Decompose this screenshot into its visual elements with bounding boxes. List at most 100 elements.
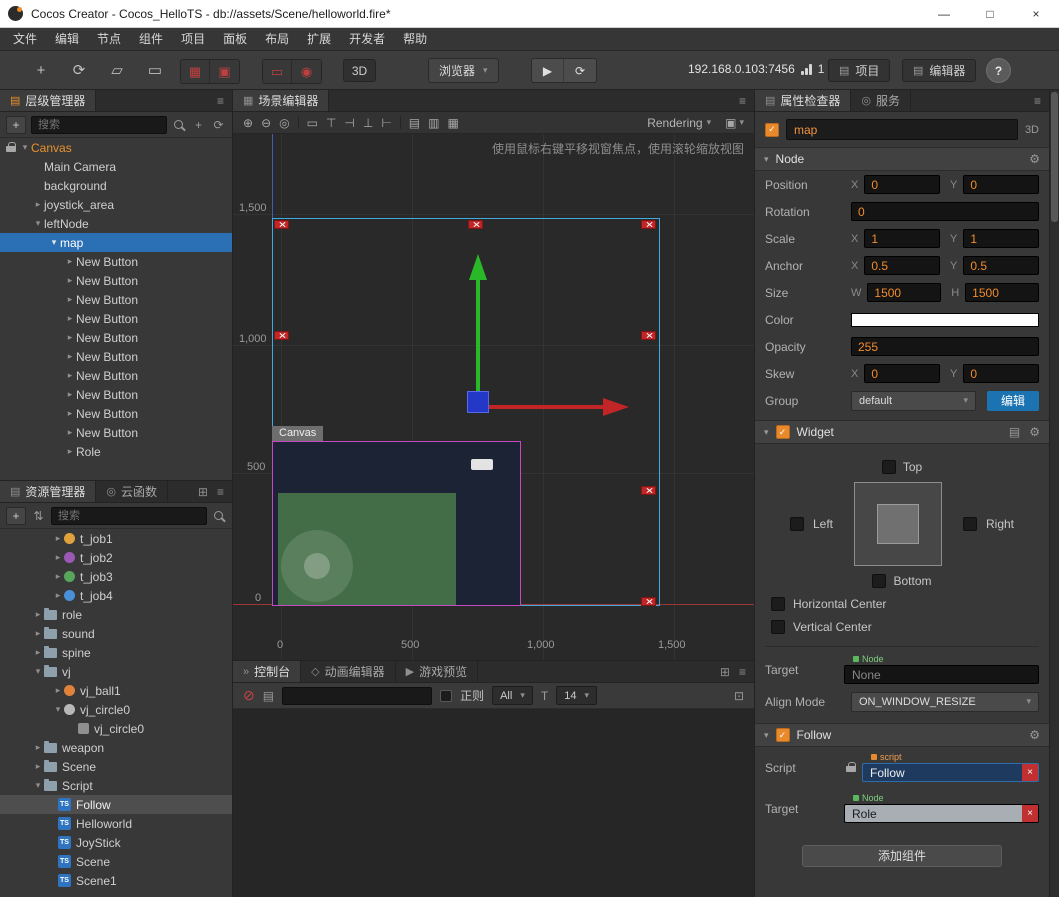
scale-x-input[interactable] bbox=[864, 229, 940, 248]
hierarchy-item-background[interactable]: background bbox=[0, 176, 232, 195]
asset-item-scene1[interactable]: TS Scene1 bbox=[0, 871, 232, 890]
refresh-icon[interactable]: ⟳ bbox=[211, 118, 226, 132]
caret-right-icon[interactable]: ▸ bbox=[64, 275, 76, 286]
asset-item-vj-circle0-child[interactable]: vj_circle0 bbox=[0, 719, 232, 738]
asset-item-t-job1[interactable]: ▸ t_job1 bbox=[0, 529, 232, 548]
selection-handle[interactable] bbox=[274, 220, 289, 229]
asset-folder-weapon[interactable]: ▸ weapon bbox=[0, 738, 232, 757]
create-asset-button[interactable]: + bbox=[6, 507, 26, 525]
asset-folder-role[interactable]: ▸ role bbox=[0, 605, 232, 624]
rect-tool-button[interactable]: ▭ bbox=[144, 59, 166, 81]
hierarchy-item-new-button[interactable]: ▸ New Button bbox=[0, 290, 232, 309]
hierarchy-item-joystick-area[interactable]: ▸ joystick_area bbox=[0, 195, 232, 214]
expand-console-icon[interactable]: ⊡ bbox=[734, 689, 744, 703]
align-bottom-icon[interactable]: ⊥ bbox=[363, 116, 373, 130]
edit-group-button[interactable]: 编辑 bbox=[987, 391, 1039, 411]
selection-handle[interactable] bbox=[641, 486, 656, 495]
asset-item-scene[interactable]: TS Scene bbox=[0, 852, 232, 871]
asset-folder-scene[interactable]: ▸ Scene bbox=[0, 757, 232, 776]
add-component-button[interactable]: 添加组件 bbox=[802, 845, 1002, 867]
menu-node[interactable]: 节点 bbox=[88, 28, 130, 51]
asset-item-joystick[interactable]: TS JoyStick bbox=[0, 833, 232, 852]
hierarchy-item-new-button[interactable]: ▸ New Button bbox=[0, 366, 232, 385]
hierarchy-item-new-button[interactable]: ▸ New Button bbox=[0, 423, 232, 442]
gear-icon[interactable]: ⚙ bbox=[1029, 425, 1040, 439]
gizmo-x-arrow[interactable] bbox=[603, 398, 629, 416]
asset-item-vj-ball1[interactable]: ▸ vj_ball1 bbox=[0, 681, 232, 700]
widget-section-header[interactable]: ▾ ✓ Widget ▤ ⚙ bbox=[755, 420, 1049, 444]
asset-item-vj-circle0[interactable]: ▾ vj_circle0 bbox=[0, 700, 232, 719]
assets-popout-icon[interactable]: ⊞ bbox=[198, 485, 208, 499]
tab-inspector[interactable]: ▤ 属性检查器 bbox=[755, 90, 851, 111]
scene-viewport[interactable]: 使用鼠标右键平移视窗焦点，使用滚轮缩放视图 1,500 1,000 500 0 … bbox=[233, 134, 754, 660]
hierarchy-item-new-button[interactable]: ▸ New Button bbox=[0, 385, 232, 404]
skew-x-input[interactable] bbox=[864, 364, 940, 383]
menu-help[interactable]: 帮助 bbox=[394, 28, 436, 51]
rect-select-icon[interactable]: ▭ bbox=[307, 116, 318, 130]
maximize-button[interactable]: □ bbox=[967, 0, 1013, 27]
hierarchy-item-new-button[interactable]: ▸ New Button bbox=[0, 309, 232, 328]
align-mode-dropdown[interactable]: ON_WINDOW_RESIZE ▾ bbox=[851, 692, 1039, 712]
tab-console[interactable]: » 控制台 bbox=[233, 661, 301, 682]
widget-target-field[interactable]: None bbox=[844, 665, 1039, 684]
gear-icon[interactable]: ⚙ bbox=[1029, 152, 1040, 166]
widget-left-checkbox[interactable] bbox=[790, 517, 804, 531]
preview-target-dropdown[interactable]: 浏览器 ▾ bbox=[428, 58, 499, 83]
remove-script-button[interactable]: × bbox=[1022, 764, 1038, 781]
hierarchy-item-map-selected[interactable]: ▾ map bbox=[0, 233, 232, 252]
caret-right-icon[interactable]: ▸ bbox=[32, 761, 44, 772]
inspector-scrollbar[interactable] bbox=[1050, 90, 1059, 897]
align-left-icon[interactable]: ⊣ bbox=[344, 116, 354, 130]
menu-panel[interactable]: 面板 bbox=[214, 28, 256, 51]
tab-services[interactable]: ◎ 服务 bbox=[851, 90, 911, 111]
selection-handle[interactable] bbox=[274, 331, 289, 340]
menu-extension[interactable]: 扩展 bbox=[298, 28, 340, 51]
rendering-dropdown[interactable]: Rendering ▾ bbox=[647, 116, 711, 130]
font-size-dropdown[interactable]: 14 ▾ bbox=[556, 686, 597, 705]
assets-search-input[interactable] bbox=[51, 507, 207, 525]
hierarchy-item-new-button[interactable]: ▸ New Button bbox=[0, 328, 232, 347]
selection-handle[interactable] bbox=[641, 220, 656, 229]
selection-handle[interactable] bbox=[468, 220, 483, 229]
hierarchy-item-new-button[interactable]: ▸ New Button bbox=[0, 404, 232, 423]
widget-bottom-checkbox[interactable] bbox=[872, 574, 886, 588]
inspector-menu-icon[interactable]: ≡ bbox=[1034, 94, 1041, 108]
asset-item-helloworld[interactable]: TS Helloworld bbox=[0, 814, 232, 833]
asset-item-t-job4[interactable]: ▸ t_job4 bbox=[0, 586, 232, 605]
local-mode-button[interactable]: ▭ bbox=[263, 60, 292, 83]
node-name-input[interactable] bbox=[786, 119, 1018, 140]
caret-right-icon[interactable]: ▸ bbox=[52, 590, 64, 601]
anchor-x-input[interactable] bbox=[864, 256, 940, 275]
caret-down-icon[interactable]: ▾ bbox=[32, 666, 44, 677]
caret-down-icon[interactable]: ▾ bbox=[32, 780, 44, 791]
zoom-out-icon[interactable]: ⊖ bbox=[261, 116, 271, 130]
caret-right-icon[interactable]: ▸ bbox=[64, 256, 76, 267]
help-button[interactable]: ? bbox=[986, 58, 1011, 83]
scene-menu-icon[interactable]: ≡ bbox=[739, 94, 746, 108]
tab-game-preview[interactable]: ▶ 游戏预览 bbox=[396, 661, 478, 682]
locate-icon[interactable]: + bbox=[191, 118, 206, 132]
menu-file[interactable]: 文件 bbox=[4, 28, 46, 51]
rotation-input[interactable] bbox=[851, 202, 1039, 221]
caret-right-icon[interactable]: ▸ bbox=[64, 427, 76, 438]
skew-y-input[interactable] bbox=[963, 364, 1039, 383]
hierarchy-item-new-button[interactable]: ▸ New Button bbox=[0, 347, 232, 366]
asset-folder-script[interactable]: ▾ Script bbox=[0, 776, 232, 795]
caret-right-icon[interactable]: ▸ bbox=[64, 446, 76, 457]
size-w-input[interactable] bbox=[867, 283, 941, 302]
console-popout-icon[interactable]: ⊞ bbox=[720, 665, 730, 679]
menu-edit[interactable]: 编辑 bbox=[46, 28, 88, 51]
caret-right-icon[interactable]: ▸ bbox=[64, 370, 76, 381]
hierarchy-item-canvas[interactable]: ▾ Canvas bbox=[0, 138, 232, 157]
search-icon[interactable] bbox=[172, 118, 186, 132]
tab-cloud-functions[interactable]: ◎ 云函数 bbox=[96, 481, 168, 502]
scale-y-input[interactable] bbox=[963, 229, 1039, 248]
rotate-tool-button[interactable]: ⟳ bbox=[68, 59, 90, 81]
widget-top-checkbox[interactable] bbox=[882, 460, 896, 474]
widget-right-checkbox[interactable] bbox=[963, 517, 977, 531]
menu-developer[interactable]: 开发者 bbox=[340, 28, 394, 51]
hierarchy-menu-icon[interactable]: ≡ bbox=[217, 94, 224, 108]
hierarchy-item-main-camera[interactable]: Main Camera bbox=[0, 157, 232, 176]
node-section-header[interactable]: ▾ Node ⚙ bbox=[755, 147, 1049, 171]
sort-icon[interactable]: ⇅ bbox=[31, 509, 46, 523]
